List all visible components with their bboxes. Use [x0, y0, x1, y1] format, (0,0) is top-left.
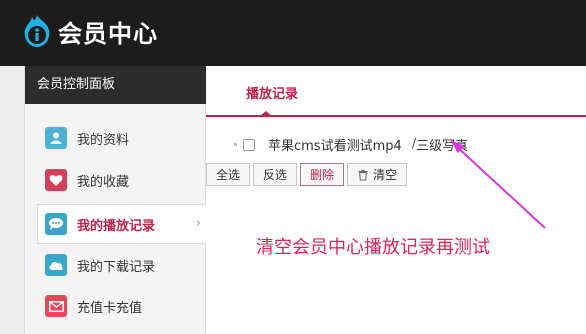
annotation-arrow — [450, 140, 546, 229]
